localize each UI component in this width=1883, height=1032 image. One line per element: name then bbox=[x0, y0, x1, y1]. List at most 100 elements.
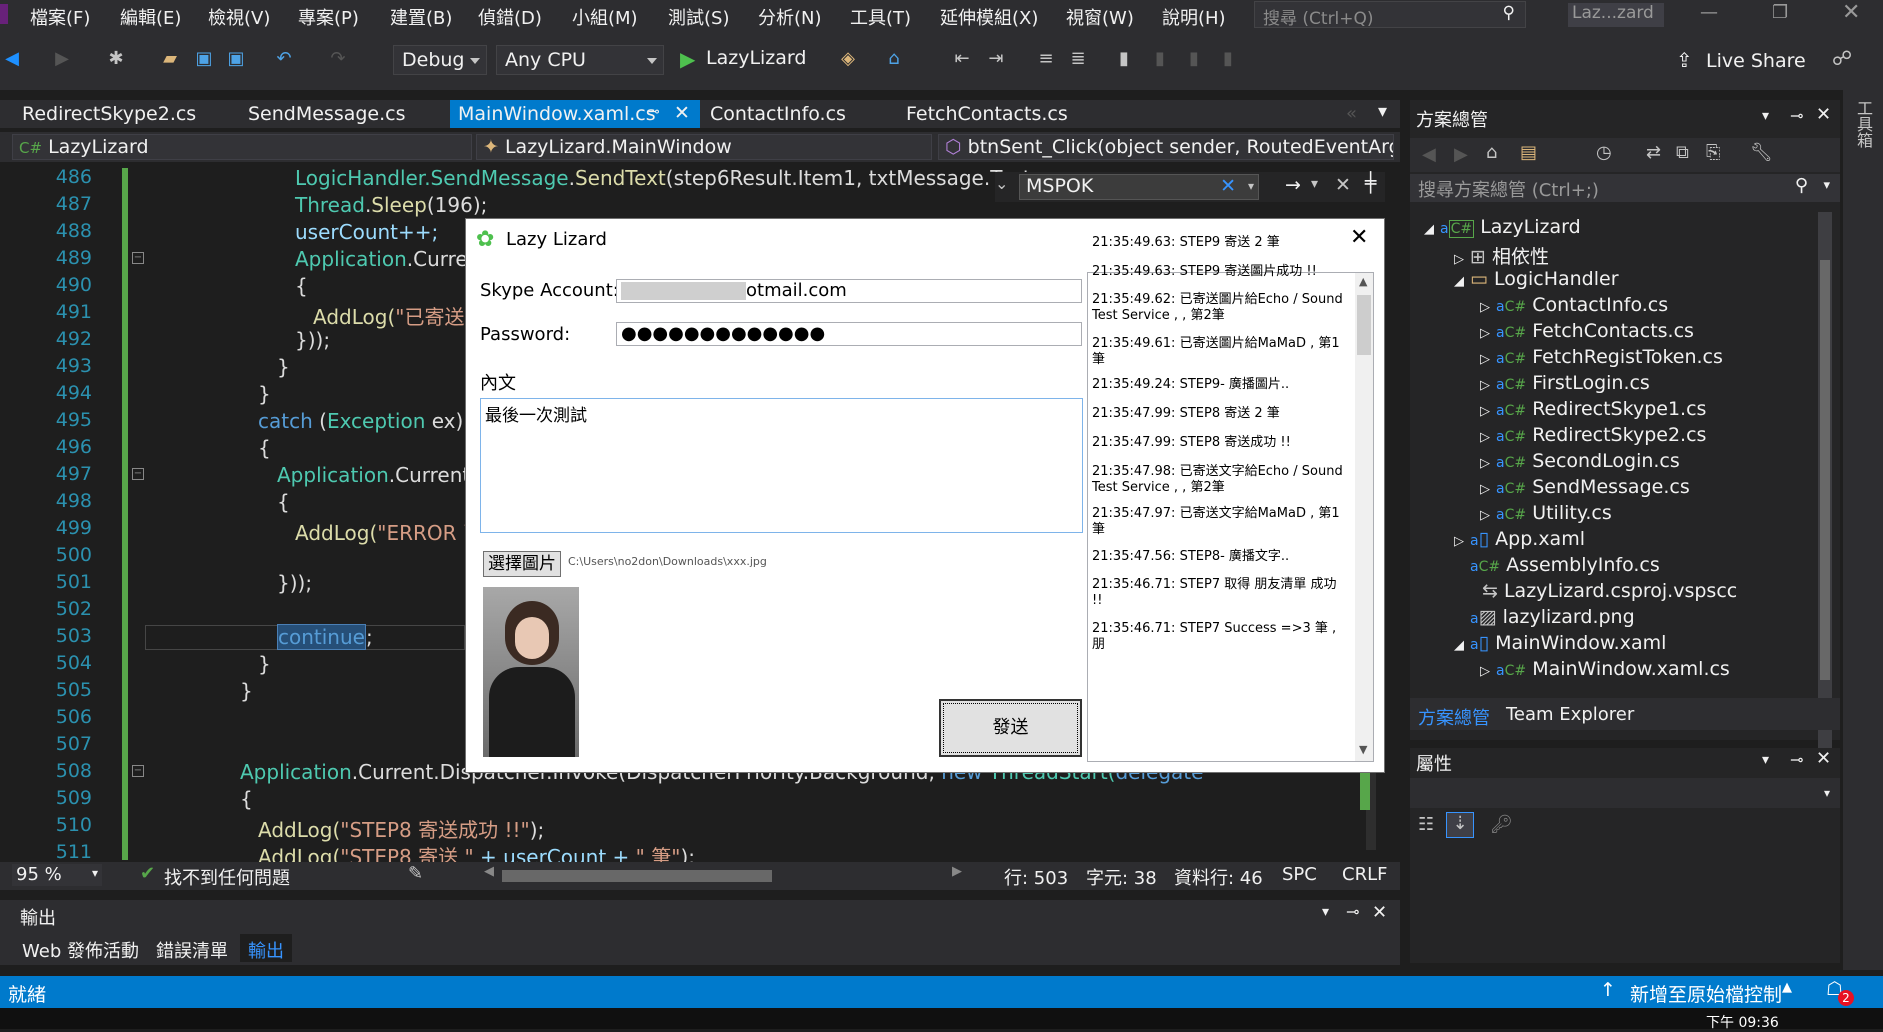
log-scrollbar-thumb[interactable] bbox=[1357, 295, 1371, 355]
menu-help[interactable]: 說明(H) bbox=[1162, 4, 1226, 30]
find-options-icon[interactable]: ▾ bbox=[1311, 176, 1318, 192]
prev-bookmark-icon[interactable]: ▮ bbox=[1150, 49, 1170, 69]
tree-item-mainwindow-xaml[interactable]: ◢ a▯ MainWindow.xaml bbox=[1454, 632, 1666, 654]
maximize-icon[interactable]: ❐ bbox=[1772, 2, 1788, 23]
menu-test[interactable]: 測試(S) bbox=[668, 4, 729, 30]
categorized-icon[interactable]: ☷ bbox=[1418, 814, 1434, 835]
tree-item-app-xaml[interactable]: ▷ a▯ App.xaml bbox=[1454, 528, 1585, 550]
tree-item-cs-file[interactable]: ▷ aC# RedirectSkype1.cs bbox=[1480, 398, 1706, 420]
home-icon[interactable]: ⌂ bbox=[1486, 142, 1497, 163]
back-icon[interactable]: ◀ bbox=[2, 49, 22, 69]
scroll-right-icon[interactable]: ▶ bbox=[952, 864, 962, 879]
platform-dropdown[interactable]: Any CPU bbox=[496, 45, 664, 75]
panel-menu-icon[interactable]: ▾ bbox=[1322, 904, 1329, 920]
tab-scroll-icon[interactable]: « bbox=[1346, 103, 1357, 124]
tree-scrollbar-thumb[interactable] bbox=[1820, 260, 1830, 680]
undo-icon[interactable]: ↶ bbox=[274, 49, 294, 69]
tab-team-explorer[interactable]: Team Explorer bbox=[1506, 704, 1634, 725]
collapse-icon[interactable]: − bbox=[132, 765, 144, 777]
menu-tools[interactable]: 工具(T) bbox=[850, 4, 911, 30]
expand-icon[interactable]: ▷ bbox=[1480, 456, 1490, 471]
live-share-icon[interactable]: ⇪ bbox=[1676, 48, 1693, 72]
sync-icon[interactable]: ⇄ bbox=[1646, 142, 1661, 163]
log-scrollbar[interactable]: ▲ ▼ bbox=[1355, 273, 1373, 761]
tree-item-cs-file[interactable]: ▷ aC# SecondLogin.cs bbox=[1480, 450, 1680, 472]
property-pages-icon[interactable]: 🔑︎ bbox=[1490, 814, 1513, 835]
tree-item-assemblyinfo[interactable]: aC# AssemblyInfo.cs bbox=[1470, 554, 1660, 576]
tree-item-cs-file[interactable]: ▷ aC# RedirectSkype2.cs bbox=[1480, 424, 1706, 446]
switch-views-icon[interactable]: ▤ bbox=[1520, 142, 1537, 163]
brush-icon[interactable]: ✎ bbox=[408, 863, 423, 884]
find-next-icon[interactable]: → bbox=[1285, 174, 1301, 196]
collapse-all-icon[interactable]: ⧉ bbox=[1676, 142, 1689, 163]
tree-item-cs-file[interactable]: ▷ aC# Utility.cs bbox=[1480, 502, 1612, 524]
config-dropdown[interactable]: Debug bbox=[393, 45, 487, 75]
clear-bookmark-icon[interactable]: ▮ bbox=[1218, 49, 1238, 69]
quick-launch-search[interactable]: 搜尋 (Ctrl+Q) ⚲ bbox=[1254, 1, 1526, 29]
menu-file[interactable]: 檔案(F) bbox=[30, 4, 90, 30]
search-options-icon[interactable]: ▾ bbox=[1823, 178, 1830, 193]
solution-search-input[interactable]: 搜尋方案總管 (Ctrl+;) ⚲ ▾ bbox=[1410, 174, 1840, 202]
close-find-icon[interactable]: ✕ bbox=[1335, 174, 1351, 196]
panel-menu-icon[interactable]: ▾ bbox=[1762, 108, 1769, 124]
menu-window[interactable]: 視窗(W) bbox=[1066, 4, 1134, 30]
member-dropdown[interactable]: ⬡ btnSent_Click(object sender, RoutedEve… bbox=[938, 134, 1394, 160]
expand-icon[interactable]: ▷ bbox=[1480, 378, 1490, 393]
zoom-dropdown[interactable]: 95 % ▾ bbox=[12, 864, 102, 886]
pin-icon[interactable]: ⊸ bbox=[1346, 902, 1359, 921]
properties-icon[interactable]: 🔧︎ bbox=[1750, 142, 1773, 163]
browser-icon[interactable]: ⌂ bbox=[884, 49, 904, 69]
comment-icon[interactable]: ≡ bbox=[1036, 49, 1056, 69]
minimize-icon[interactable]: — bbox=[1700, 2, 1718, 23]
collapse-icon[interactable]: − bbox=[132, 252, 144, 264]
toolbox-tab[interactable]: 工具箱 bbox=[1853, 100, 1873, 148]
password-input[interactable]: ●●●●●●●●●●●●● bbox=[616, 322, 1082, 346]
tree-item-cs-file[interactable]: ▷ aC# FetchContacts.cs bbox=[1480, 320, 1694, 342]
menu-build[interactable]: 建置(B) bbox=[390, 4, 452, 30]
expand-icon[interactable]: ▷ bbox=[1480, 352, 1490, 367]
tab-output[interactable]: 輸出 bbox=[240, 934, 292, 962]
search-options-icon[interactable]: ▾ bbox=[1248, 179, 1254, 193]
close-tab-icon[interactable]: ✕ bbox=[674, 102, 690, 124]
back-icon[interactable]: ◀ bbox=[1422, 144, 1436, 165]
message-textarea[interactable]: 最後一次測試 bbox=[480, 398, 1083, 533]
menu-debug[interactable]: 偵錯(D) bbox=[478, 4, 542, 30]
scroll-left-icon[interactable]: ◀ bbox=[484, 864, 494, 879]
issues-status[interactable]: 找不到任何問題 bbox=[164, 864, 290, 890]
expand-icon[interactable]: ▷ bbox=[1480, 508, 1490, 523]
tree-item-cs-file[interactable]: ▷ aC# FirstLogin.cs bbox=[1480, 372, 1650, 394]
tree-item-project[interactable]: ◢ a C# LazyLizard bbox=[1424, 216, 1581, 238]
menu-analyze[interactable]: 分析(N) bbox=[758, 4, 822, 30]
expand-icon[interactable]: ▷ bbox=[1480, 326, 1490, 341]
bookmark-icon[interactable]: ▮ bbox=[1114, 49, 1134, 69]
choose-image-button[interactable]: 選擇圖片 bbox=[483, 551, 561, 577]
menu-extensions[interactable]: 延伸模組(X) bbox=[940, 4, 1038, 30]
forward-icon[interactable]: ▶ bbox=[1454, 144, 1468, 165]
tree-item-dependencies[interactable]: ▷ ⊞ 相依性 bbox=[1454, 242, 1549, 269]
pin-icon[interactable]: ⊸ bbox=[648, 104, 660, 120]
class-dropdown[interactable]: ✦ LazyLizard.MainWindow bbox=[476, 134, 932, 160]
tab-fetchcontacts[interactable]: FetchContacts.cs bbox=[898, 100, 1076, 128]
close-panel-icon[interactable]: ✕ bbox=[1372, 902, 1387, 923]
run-icon[interactable]: ▶ bbox=[680, 47, 695, 71]
tree-item-png[interactable]: a▨ lazylizard.png bbox=[1470, 606, 1635, 628]
tree-item-mainwindow-xaml-cs[interactable]: ▷ aC# MainWindow.xaml.cs bbox=[1480, 658, 1730, 680]
project-dropdown[interactable]: C# LazyLizard bbox=[12, 134, 472, 160]
split-icon[interactable]: ╪ bbox=[1365, 172, 1376, 194]
save-all-icon[interactable]: ▣ bbox=[226, 49, 246, 69]
new-project-icon[interactable]: ✱ bbox=[106, 49, 126, 69]
find-input[interactable]: MSPOK ✕ ▾ bbox=[1019, 174, 1259, 200]
expand-icon[interactable]: ▷ bbox=[1480, 404, 1490, 419]
show-all-files-icon[interactable]: ⎘ bbox=[1706, 142, 1720, 163]
tree-item-cs-file[interactable]: ▷ aC# ContactInfo.cs bbox=[1480, 294, 1668, 316]
tab-web-publish[interactable]: Web 發佈活動 bbox=[22, 937, 139, 963]
redo-icon[interactable]: ↷ bbox=[328, 49, 348, 69]
send-button[interactable]: 發送 bbox=[939, 699, 1082, 757]
pin-icon[interactable]: ⊸ bbox=[1790, 106, 1803, 125]
run-target[interactable]: LazyLizard bbox=[706, 47, 806, 69]
tab-contactinfo[interactable]: ContactInfo.cs bbox=[702, 100, 854, 128]
expand-icon[interactable]: ▷ bbox=[1480, 300, 1490, 315]
forward-icon[interactable]: ▶ bbox=[52, 49, 72, 69]
alphabetical-icon[interactable]: ⇣ bbox=[1446, 812, 1474, 838]
menu-edit[interactable]: 編輯(E) bbox=[120, 4, 181, 30]
